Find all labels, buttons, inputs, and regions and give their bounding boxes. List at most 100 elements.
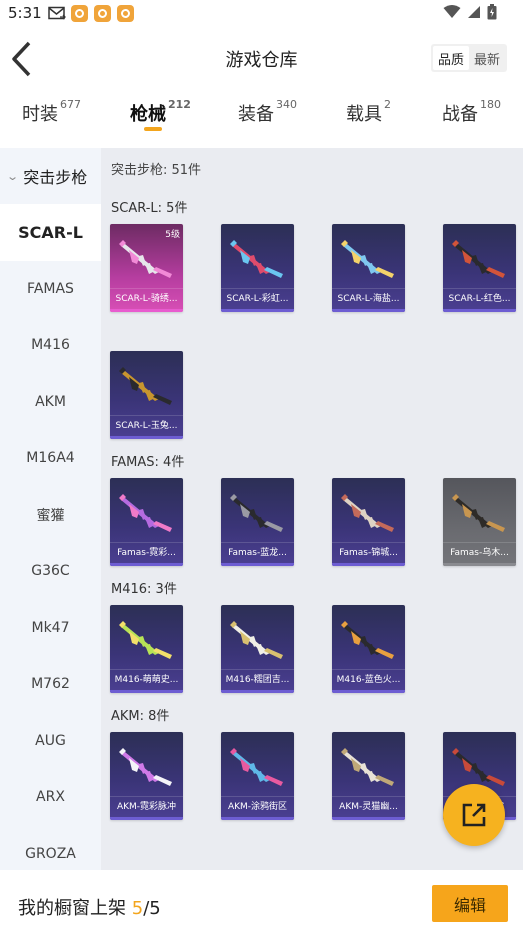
sidebar-item-m762[interactable]: M762 xyxy=(0,656,101,713)
weapon-skin-card[interactable]: Famas-锦城... xyxy=(332,478,405,566)
tab-battle-supplies[interactable]: 战备 180 xyxy=(442,98,501,126)
skin-name: SCAR-L-红色... xyxy=(443,288,516,308)
sidebar-item-famas[interactable]: FAMAS xyxy=(0,261,101,318)
rarity-bar xyxy=(110,563,183,566)
skin-name: SCAR-L-海盐... xyxy=(332,288,405,308)
skin-name: AKM-涂鸦街区 xyxy=(221,796,294,816)
sidebar-category-assault-rifle[interactable]: ⌄ 突击步枪 xyxy=(0,148,101,204)
sidebar-category-label: 突击步枪 xyxy=(23,168,88,187)
skin-name: M416-糯团吉... xyxy=(221,669,294,689)
sidebar-item-aug[interactable]: AUG xyxy=(0,713,101,770)
edit-button[interactable]: 编辑 xyxy=(432,885,508,922)
tab-fashion[interactable]: 时装 677 xyxy=(22,98,81,126)
weapon-skin-card[interactable]: SCAR-L-彩虹... xyxy=(221,224,294,312)
showcase-current-count: 5 xyxy=(131,898,144,919)
rarity-bar xyxy=(221,817,294,820)
tab-label: 载具 xyxy=(346,104,382,125)
weapon-sidebar: ⌄ 突击步枪 SCAR-L FAMAS M416 AKM M16A4 蜜獾 G3… xyxy=(0,148,101,870)
weapon-skin-card[interactable]: AKM-灵猫幽... xyxy=(332,732,405,820)
tab-label: 装备 xyxy=(238,104,274,125)
rarity-bar xyxy=(332,817,405,820)
tab-weapons[interactable]: 枪械 212 xyxy=(130,98,191,131)
weapon-skin-card[interactable]: M416-蓝色火... xyxy=(332,605,405,693)
rarity-bar xyxy=(443,309,516,312)
tab-label: 战备 xyxy=(442,104,478,125)
tab-label: 时装 xyxy=(22,104,58,125)
section-label: SCAR-L: 5件 xyxy=(111,201,188,216)
skin-name: SCAR-L-骑绣... xyxy=(110,288,183,308)
share-icon xyxy=(462,803,486,827)
sidebar-item-mk47[interactable]: Mk47 xyxy=(0,600,101,657)
battery-icon xyxy=(487,4,497,24)
sidebar-item-groza[interactable]: GROZA xyxy=(0,826,101,871)
weapon-skin-card[interactable]: AKM-涂鸦街区 xyxy=(221,732,294,820)
weapon-skin-card[interactable]: Famas-蓝龙... xyxy=(221,478,294,566)
sort-by-quality-option[interactable]: 品质 xyxy=(432,46,469,70)
tab-count: 180 xyxy=(480,98,501,111)
section-label: FAMAS: 4件 xyxy=(111,455,185,470)
section-label: AKM: 8件 xyxy=(111,709,170,724)
tab-count: 340 xyxy=(276,98,297,111)
category-count: 突击步枪: 51件 xyxy=(111,163,202,178)
rarity-bar xyxy=(332,309,405,312)
rarity-bar xyxy=(110,817,183,820)
weapon-skin-card[interactable]: M416-糯团吉... xyxy=(221,605,294,693)
tab-label: 枪械 xyxy=(130,104,166,125)
mail-notification-icon xyxy=(47,6,66,20)
skin-name: Famas-乌木... xyxy=(443,542,516,562)
rifle-icon xyxy=(230,240,283,278)
rarity-bar xyxy=(332,563,405,566)
weapon-skin-card[interactable]: 5级 SCAR-L-骑绣... xyxy=(110,224,183,312)
category-tabs: 时装 677 枪械 212 装备 340 载具 2 战备 180 xyxy=(0,98,523,140)
rifle-icon xyxy=(230,621,283,659)
status-time: 5:31 xyxy=(8,4,42,22)
rifle-icon xyxy=(452,494,505,532)
showcase-status: 我的橱窗上架 5/5 xyxy=(18,894,161,920)
section-label: M416: 3件 xyxy=(111,582,177,597)
rifle-icon xyxy=(119,621,172,659)
game-app-notification-icon xyxy=(116,4,134,22)
sidebar-item-g36c[interactable]: G36C xyxy=(0,543,101,600)
rifle-icon xyxy=(119,748,172,786)
tab-equipment[interactable]: 装备 340 xyxy=(238,98,297,126)
weapon-skin-card[interactable]: SCAR-L-玉兔... xyxy=(110,351,183,439)
skin-name: Famas-霓彩... xyxy=(110,542,183,562)
sidebar-item-scar-l[interactable]: SCAR-L xyxy=(0,204,101,261)
sidebar-item-m16a4[interactable]: M16A4 xyxy=(0,430,101,487)
skin-name: M416-蓝色火... xyxy=(332,669,405,689)
sidebar-item-honey-badger[interactable]: 蜜獾 xyxy=(0,487,101,544)
rarity-bar xyxy=(221,690,294,693)
game-app-notification-icon xyxy=(93,4,111,22)
skin-name: Famas-锦城... xyxy=(332,542,405,562)
skin-level: 5级 xyxy=(165,230,180,240)
weapon-content: 突击步枪: 51件 SCAR-L: 5件 5级 SCAR-L-骑绣... SCAR-L… xyxy=(101,148,523,870)
rarity-bar xyxy=(221,309,294,312)
weapon-skin-card[interactable]: SCAR-L-红色... xyxy=(443,224,516,312)
weapon-skin-card[interactable]: SCAR-L-海盐... xyxy=(332,224,405,312)
showcase-footer: 我的橱窗上架 5/5 编辑 xyxy=(0,870,523,934)
weapon-skin-card[interactable]: M416-萌萌史... xyxy=(110,605,183,693)
rifle-icon xyxy=(341,748,394,786)
sidebar-item-akm[interactable]: AKM xyxy=(0,374,101,431)
active-tab-indicator xyxy=(144,127,162,131)
showcase-max-count: 5 xyxy=(149,898,161,919)
share-button[interactable] xyxy=(443,784,505,846)
showcase-label: 我的橱窗上架 xyxy=(18,898,126,919)
sidebar-item-m416[interactable]: M416 xyxy=(0,317,101,374)
status-bar: 5:31 xyxy=(0,0,523,26)
weapon-skin-card[interactable]: AKM-霓彩脉冲 xyxy=(110,732,183,820)
rifle-icon xyxy=(452,748,505,786)
rifle-icon xyxy=(119,240,172,278)
skin-name: SCAR-L-彩虹... xyxy=(221,288,294,308)
weapon-skin-card[interactable]: Famas-霓彩... xyxy=(110,478,183,566)
sort-toggle: 品质 最新 xyxy=(430,44,507,72)
rifle-icon xyxy=(230,748,283,786)
weapon-skin-card[interactable]: Famas-乌木... xyxy=(443,478,516,566)
skin-name: M416-萌萌史... xyxy=(110,669,183,689)
rifle-icon xyxy=(230,494,283,532)
tab-vehicles[interactable]: 载具 2 xyxy=(346,98,391,126)
sort-by-newest-option[interactable]: 最新 xyxy=(469,46,505,70)
rifle-icon xyxy=(341,240,394,278)
sidebar-item-arx[interactable]: ARX xyxy=(0,769,101,826)
wifi-icon xyxy=(443,5,461,23)
